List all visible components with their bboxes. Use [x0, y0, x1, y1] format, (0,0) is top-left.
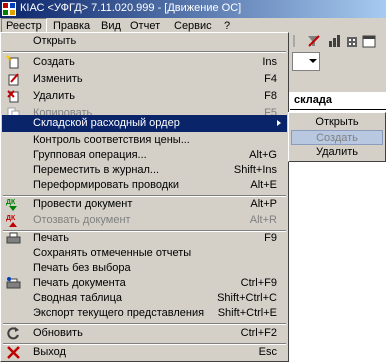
exit-icon — [7, 346, 20, 359]
header-divider — [290, 109, 386, 110]
menu-item-post-document[interactable]: ДК Провести документ Alt+P — [2, 196, 287, 213]
menu-help[interactable]: ? — [220, 19, 234, 33]
menu-view[interactable]: Вид — [97, 19, 125, 33]
submenu-item-open[interactable]: Открыть — [291, 115, 383, 130]
menu-item-export-view[interactable]: Экспорт текущего представления Shift+Ctr… — [2, 305, 287, 322]
submenu-item-create[interactable]: Создать — [291, 130, 383, 145]
svg-text:ДК: ДК — [6, 199, 16, 206]
app-logo-icon — [2, 2, 16, 16]
menu-item-open[interactable]: Открыть — [2, 33, 287, 50]
menu-item-reform-postings[interactable]: Переформировать проводки Alt+E — [2, 177, 287, 194]
print-icon — [6, 232, 21, 244]
building-icon[interactable] — [345, 34, 359, 48]
revoke-document-icon: ДК — [6, 215, 17, 227]
menu-edit[interactable]: Правка — [49, 19, 94, 33]
menu-item-create[interactable]: Создать Ins — [2, 54, 287, 71]
delete-icon — [7, 90, 19, 103]
submenu-arrow-icon — [277, 120, 281, 126]
menu-report[interactable]: Отчет — [126, 19, 164, 33]
calendar-icon[interactable] — [362, 34, 376, 48]
create-icon — [6, 55, 19, 69]
menu-service[interactable]: Сервис — [170, 19, 216, 33]
filter-icon[interactable] — [307, 34, 321, 48]
print-document-icon — [6, 277, 21, 289]
post-document-icon: ДК — [6, 199, 17, 211]
title-bar: КІАС <УФГД> 7.11.020.999 - [Движение ОС] — [0, 0, 386, 18]
menu-item-revoke-document[interactable]: ДК Отозвать документ Alt+R — [2, 212, 287, 229]
warehouse-order-submenu: Открыть Создать Удалить — [288, 112, 386, 162]
menu-item-edit[interactable]: Изменить F4 — [2, 71, 287, 88]
refresh-icon — [7, 327, 19, 340]
menu-separator — [3, 51, 286, 53]
svg-text:ДК: ДК — [6, 215, 16, 222]
chart-icon[interactable] — [328, 34, 342, 48]
menu-item-delete[interactable]: Удалить F8 — [2, 88, 287, 105]
column-header[interactable]: склада — [294, 94, 332, 106]
submenu-item-delete[interactable]: Удалить — [291, 145, 383, 160]
edit-icon — [8, 73, 19, 86]
window-title: КІАС <УФГД> 7.11.020.999 - [Движение ОС] — [20, 2, 242, 14]
menu-item-exit[interactable]: Выход Esc — [2, 344, 287, 361]
toolbar-separator-icon — [293, 35, 295, 47]
menu-item-warehouse-order[interactable]: Складской расходный ордер — [2, 115, 287, 132]
filter-combo[interactable] — [292, 52, 320, 71]
reestr-dropdown-menu: Открыть Создать Ins Изменить F4 Удалить … — [0, 32, 289, 362]
menu-item-refresh[interactable]: Обновить Ctrl+F2 — [2, 325, 287, 342]
chevron-down-icon[interactable] — [309, 59, 317, 63]
